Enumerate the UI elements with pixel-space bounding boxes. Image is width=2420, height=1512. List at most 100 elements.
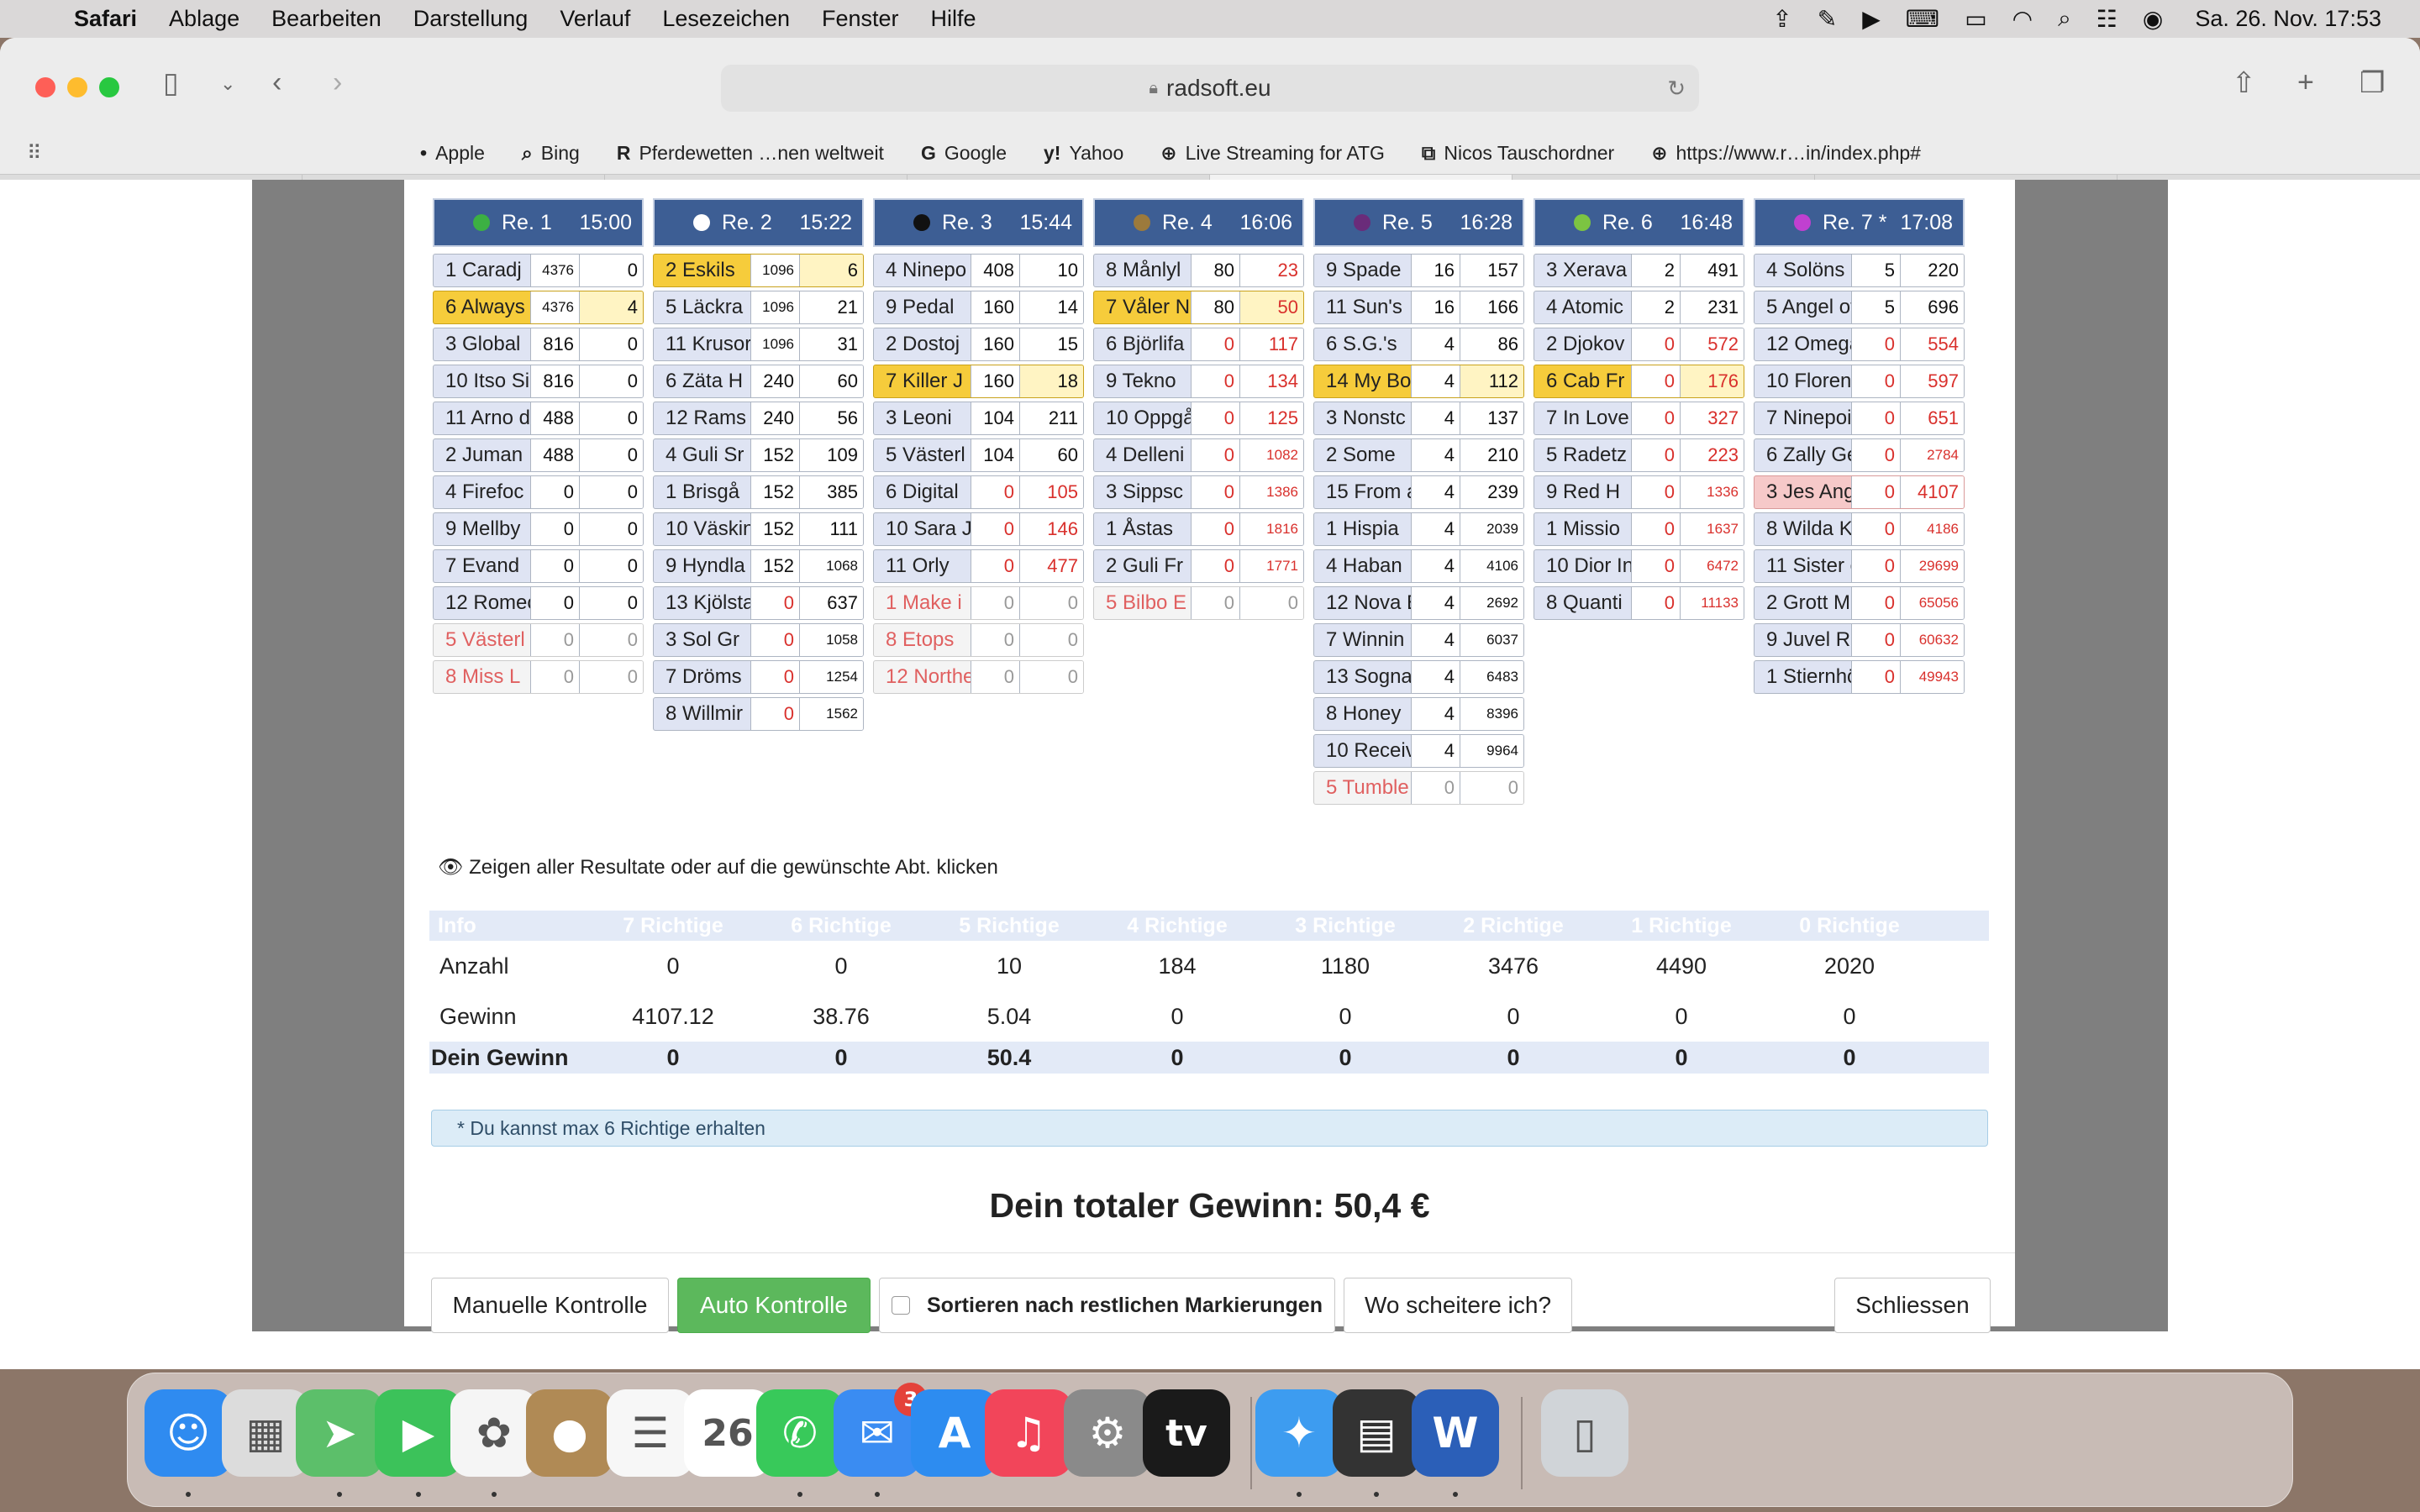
photos-icon[interactable]: ✿: [450, 1389, 538, 1477]
runner-row[interactable]: 8 Willmir 0 1562: [653, 697, 864, 731]
runner-row[interactable]: 13 Kjölsta 0 637: [653, 586, 864, 620]
runner-row[interactable]: 10 Florence0597: [1754, 365, 1965, 398]
runner-row[interactable]: 7 Evand 0 0: [433, 549, 644, 583]
runner-row[interactable]: 4 Solöns S5220: [1754, 254, 1965, 287]
runner-row[interactable]: 6 S.G.'s 4 86: [1313, 328, 1524, 361]
play-circle-icon[interactable]: ▶: [1862, 5, 1881, 33]
bookmark-item-1[interactable]: ⌕ Bing: [522, 142, 580, 165]
keyboard-icon[interactable]: ⌨: [1906, 5, 1939, 33]
runner-row[interactable]: 5 Bilbo E00: [1093, 586, 1304, 620]
race-header[interactable]: Re. 6 16:48: [1534, 198, 1744, 247]
runner-row[interactable]: 2 Some 4 210: [1313, 438, 1524, 472]
close-button[interactable]: Schliessen: [1834, 1278, 1991, 1333]
runner-row[interactable]: 15 From a 4 239: [1313, 475, 1524, 509]
runner-row[interactable]: 12 Romec 0 0: [433, 586, 644, 620]
menu-app-name[interactable]: Safari: [74, 6, 137, 32]
runner-row[interactable]: 1 Caradj 4376 0: [433, 254, 644, 287]
race-header[interactable]: Re. 7 * 17:08: [1754, 198, 1965, 247]
forward-icon[interactable]: ›: [333, 66, 342, 99]
battery-icon[interactable]: ▭: [1965, 5, 1986, 33]
race-header[interactable]: Re. 2 15:22: [653, 198, 864, 247]
runner-row[interactable]: 3 Jes Ange04107: [1754, 475, 1965, 509]
word-icon[interactable]: W: [1412, 1389, 1499, 1477]
bookmark-item-6[interactable]: ⧉ Nicos Tauschordner: [1422, 142, 1614, 165]
menu-clock[interactable]: Sa. 26. Nov. 17:53: [2195, 6, 2381, 32]
runner-row[interactable]: 3 Global 816 0: [433, 328, 644, 361]
minimize-window-button[interactable]: [67, 77, 87, 97]
runner-row[interactable]: 11 Orly 0 477: [873, 549, 1084, 583]
runner-row[interactable]: 2 Guli Fr 0 1771: [1093, 549, 1304, 583]
runner-row[interactable]: 1 Brisgå 152 385: [653, 475, 864, 509]
runner-row[interactable]: 5 Radetz 0 223: [1534, 438, 1744, 472]
runner-row[interactable]: 10 Oppgå 0 125: [1093, 402, 1304, 435]
runner-row[interactable]: 9 Spade 16 157: [1313, 254, 1524, 287]
menu-item-4[interactable]: Lesezeichen: [662, 6, 790, 32]
runner-row[interactable]: 10 Väskin 152 111: [653, 512, 864, 546]
runner-row[interactable]: 1 Stiernhö 0 49943: [1754, 660, 1965, 694]
runner-row[interactable]: 10 Receiv 4 9964: [1313, 734, 1524, 768]
trash-icon[interactable]: ▯: [1541, 1389, 1628, 1477]
spotlight-search-icon[interactable]: ⌕: [2058, 5, 2071, 33]
runner-row[interactable]: 12 Rams 240 56: [653, 402, 864, 435]
runner-row[interactable]: 11 Sister of029699: [1754, 549, 1965, 583]
runner-row[interactable]: 1 Make i 00: [873, 586, 1084, 620]
share-icon[interactable]: ⇧: [2232, 66, 2256, 100]
runner-row[interactable]: 5 Tumble 0 0: [1313, 771, 1524, 805]
bookmark-item-0[interactable]: • Apple: [420, 142, 485, 165]
runner-row[interactable]: 6 Zäta H 240 60: [653, 365, 864, 398]
runner-row[interactable]: 13 Sogna 4 6483: [1313, 660, 1524, 694]
runner-row[interactable]: 7 Våler N 80 50: [1093, 291, 1304, 324]
whatsapp-icon[interactable]: ✆: [756, 1389, 844, 1477]
runner-row[interactable]: 6 Björlifa 0 117: [1093, 328, 1304, 361]
race-header[interactable]: Re. 5 16:28: [1313, 198, 1524, 247]
runner-row[interactable]: 5 Angel of 5 696: [1754, 291, 1965, 324]
where-fail-button[interactable]: Wo scheitere ich?: [1344, 1278, 1572, 1333]
address-bar[interactable]: 🔒︎ radsoft.eu ↻: [721, 65, 1699, 112]
back-icon[interactable]: ‹: [272, 66, 281, 99]
runner-row[interactable]: 3 Sol Gr 0 1058: [653, 623, 864, 657]
runner-row[interactable]: 8 Honey 4 8396: [1313, 697, 1524, 731]
runner-row[interactable]: 4 Firefoc 0 0: [433, 475, 644, 509]
contacts-icon[interactable]: ●: [526, 1389, 613, 1477]
menu-item-6[interactable]: Hilfe: [931, 6, 976, 32]
runner-row[interactable]: 7 In Love 0 327: [1534, 402, 1744, 435]
reminders-icon[interactable]: ☰: [607, 1389, 694, 1477]
wifi-icon[interactable]: ◠: [2012, 5, 2033, 33]
menu-item-1[interactable]: Bearbeiten: [271, 6, 381, 32]
runner-row[interactable]: 8 Quanti 0 11133: [1534, 586, 1744, 620]
menu-item-2[interactable]: Darstellung: [413, 6, 529, 32]
race-header[interactable]: Re. 1 15:00: [433, 198, 644, 247]
menu-item-0[interactable]: Ablage: [169, 6, 239, 32]
airplay-icon[interactable]: ⇪: [1772, 5, 1791, 33]
runner-row[interactable]: 4 Ninepo 408 10: [873, 254, 1084, 287]
runner-row[interactable]: 4 Haban 4 4106: [1313, 549, 1524, 583]
runner-row[interactable]: 4 Atomic 2 231: [1534, 291, 1744, 324]
chevron-down-icon[interactable]: ⌄: [220, 73, 235, 95]
new-tab-icon[interactable]: +: [2297, 66, 2314, 99]
runner-row[interactable]: 10 Itso Si: 816 0: [433, 365, 644, 398]
runner-row[interactable]: 12 Northe 0 0: [873, 660, 1084, 694]
runner-row[interactable]: 2 Dostoj 160 15: [873, 328, 1084, 361]
runner-row[interactable]: 8 Etops 0 0: [873, 623, 1084, 657]
runner-row[interactable]: 7 Dröms 0 1254: [653, 660, 864, 694]
sort-checkbox[interactable]: [892, 1296, 910, 1315]
apple-tv-icon[interactable]: tv: [1143, 1389, 1230, 1477]
runner-row[interactable]: 9 Red H 0 1336: [1534, 475, 1744, 509]
runner-row[interactable]: 3 Leoni 104 211: [873, 402, 1084, 435]
runner-row[interactable]: 10 Dior In 0 6472: [1534, 549, 1744, 583]
bookmark-item-7[interactable]: ⊕ https://www.r…in/index.php#: [1651, 142, 1921, 165]
runner-row[interactable]: 6 Cab Fr 0 176: [1534, 365, 1744, 398]
runner-row[interactable]: 8 Månlyl 80 23: [1093, 254, 1304, 287]
runner-row[interactable]: 12 Omega S0554: [1754, 328, 1965, 361]
music-icon[interactable]: ♫: [985, 1389, 1072, 1477]
runner-row[interactable]: 6 Zally Gel02784: [1754, 438, 1965, 472]
runner-row[interactable]: 7 Killer J 160 18: [873, 365, 1084, 398]
mail-icon[interactable]: ✉ 3: [834, 1383, 928, 1477]
siri-icon[interactable]: ◉: [2143, 5, 2163, 33]
runner-row[interactable]: 1 Missio 0 1637: [1534, 512, 1744, 546]
sidebar-toggle-icon[interactable]: ▯: [163, 66, 179, 100]
runner-row[interactable]: 2 Eskils 1096 6: [653, 254, 864, 287]
runner-row[interactable]: 11 Arno d 488 0: [433, 402, 644, 435]
calculator-icon[interactable]: ▤: [1333, 1389, 1420, 1477]
sort-remaining-toggle[interactable]: Sortieren nach restlichen Markierungen: [879, 1278, 1335, 1333]
